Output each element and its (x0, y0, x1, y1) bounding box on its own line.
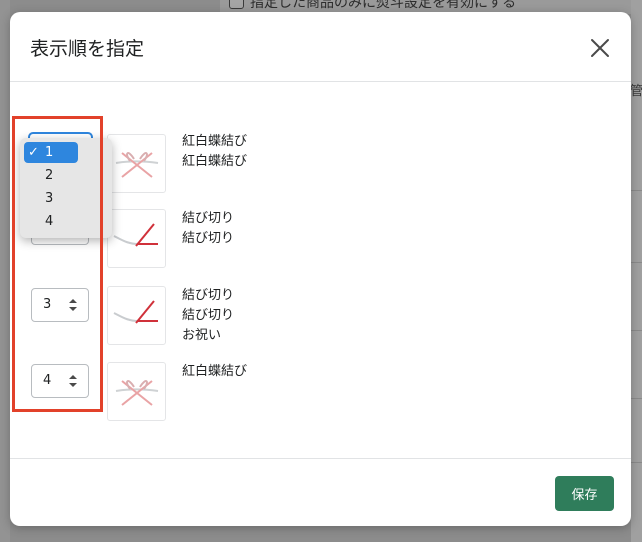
noshi-name: 紅白蝶結び (182, 154, 248, 169)
bow-knot-icon (107, 134, 166, 193)
dialog-title: 表示順を指定 (30, 38, 145, 60)
background-right-text: 管 (630, 84, 642, 99)
noshi-name: 紅白蝶結び (182, 364, 248, 379)
tied-cord-icon (107, 286, 166, 345)
dialog-header: 表示順を指定 (10, 12, 631, 82)
noshi-name: お祝い (182, 328, 222, 343)
bow-knot-icon (107, 362, 166, 421)
noshi-name: 結び切り (182, 288, 235, 303)
noshi-names: 結び切り 結び切り お祝い (182, 286, 234, 346)
noshi-name: 紅白蝶結び (182, 134, 248, 149)
noshi-names: 紅白蝶結び (182, 362, 247, 382)
tied-cord-icon (107, 209, 166, 268)
background-left-column (0, 0, 10, 542)
noshi-name: 結び切り (182, 211, 235, 226)
noshi-name: 結び切り (182, 308, 235, 323)
dialog-footer: 保存 (10, 458, 631, 526)
close-button[interactable] (588, 36, 612, 60)
noshi-row: 4 紅白蝶結び (10, 362, 631, 424)
save-button[interactable]: 保存 (555, 476, 614, 511)
noshi-names: 紅白蝶結び 紅白蝶結び (182, 132, 247, 172)
noshi-names: 結び切り 結び切り (182, 209, 234, 249)
order-dialog: 表示順を指定 1 紅白蝶結び 紅白蝶結び 2 (10, 12, 631, 526)
noshi-name: 結び切り (182, 231, 235, 246)
close-icon (591, 39, 609, 57)
background-top-text: 指定した商品のみに熨斗設定を有効にする (250, 0, 517, 11)
noshi-row: 3 結び切り 結び切り お祝い (10, 286, 631, 348)
background-checkbox (229, 0, 244, 9)
annotation-highlight-box (12, 116, 103, 412)
